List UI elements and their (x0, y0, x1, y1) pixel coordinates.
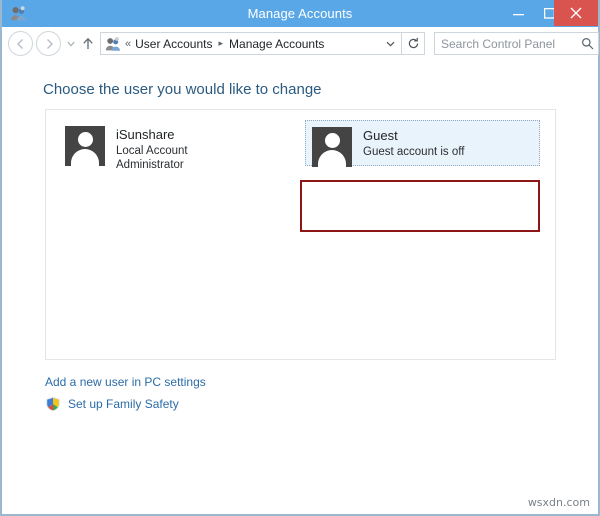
account-tile-isunshare[interactable]: iSunshare Local Account Administrator (59, 120, 294, 174)
arrow-up-icon (82, 37, 93, 49)
account-name: iSunshare (116, 127, 175, 142)
watermark: wsxdn.com (527, 496, 590, 509)
user-accounts-icon (105, 36, 121, 52)
search-box[interactable] (434, 32, 599, 55)
chevron-down-icon (386, 41, 395, 47)
breadcrumb-overflow[interactable]: « (125, 38, 131, 50)
account-type: Local Account (116, 144, 188, 157)
family-safety-link[interactable]: Set up Family Safety (68, 397, 179, 411)
close-button[interactable] (554, 0, 598, 26)
title-bar: Manage Accounts (2, 0, 598, 27)
refresh-button[interactable] (402, 32, 425, 55)
content-area: Choose the user you would like to change… (2, 60, 598, 514)
manage-accounts-window: Manage Accounts « User Accounts ▸ Manage… (0, 0, 600, 516)
close-icon (570, 7, 582, 19)
account-status: Guest account is off (363, 145, 465, 158)
add-new-user-link[interactable]: Add a new user in PC settings (45, 375, 206, 389)
arrow-right-icon (46, 38, 53, 49)
account-details: iSunshare Local Account Administrator (116, 126, 188, 173)
arrow-left-icon (16, 38, 23, 49)
up-button[interactable] (77, 37, 98, 50)
shield-icon (45, 396, 61, 412)
accounts-panel: iSunshare Local Account Administrator Gu… (45, 109, 556, 360)
minimize-button[interactable] (503, 0, 534, 26)
breadcrumb-item-user-accounts[interactable]: User Accounts (135, 37, 212, 51)
family-safety-link-row[interactable]: Set up Family Safety (45, 396, 179, 412)
recent-locations-button[interactable] (64, 41, 77, 47)
account-tile-guest[interactable]: Guest Guest account is off (305, 120, 540, 167)
account-name: Guest (363, 128, 398, 143)
chevron-down-icon (66, 41, 75, 46)
search-icon[interactable] (581, 37, 594, 50)
search-input[interactable] (441, 36, 581, 51)
breadcrumb-item-manage-accounts[interactable]: Manage Accounts (229, 37, 324, 51)
user-avatar-icon (312, 127, 352, 167)
forward-button[interactable] (36, 31, 61, 56)
minimize-icon (513, 13, 524, 15)
breadcrumb-separator-icon: ▸ (218, 38, 224, 48)
page-title: Choose the user you would like to change (43, 81, 322, 98)
address-toolbar: « User Accounts ▸ Manage Accounts (2, 27, 599, 60)
account-details: Guest Guest account is off (363, 127, 464, 159)
refresh-icon (408, 37, 418, 49)
address-bar[interactable]: « User Accounts ▸ Manage Accounts (100, 32, 402, 55)
back-button[interactable] (8, 31, 33, 56)
user-avatar-icon (65, 126, 105, 166)
account-role: Administrator (116, 159, 184, 172)
address-dropdown-button[interactable] (382, 41, 399, 47)
